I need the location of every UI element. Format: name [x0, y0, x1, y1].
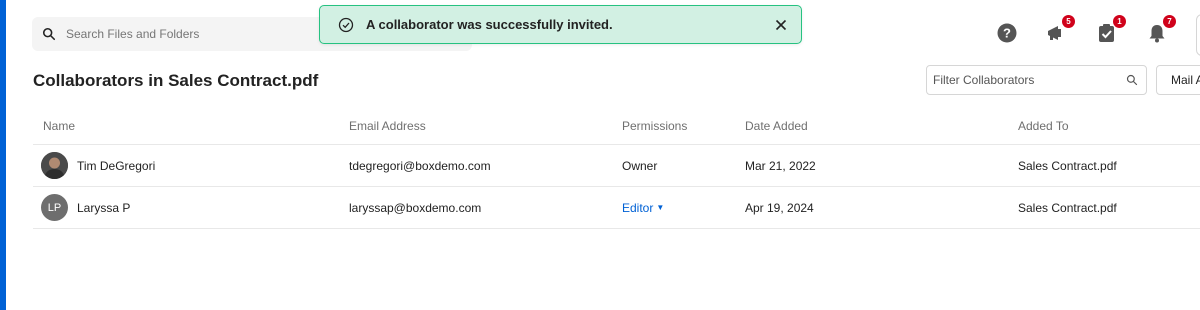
notifications-button[interactable]: 7: [1146, 15, 1176, 44]
permission-cell: Owner: [622, 158, 658, 173]
name-cell: LP Laryssa P: [41, 187, 131, 228]
close-icon[interactable]: [775, 19, 787, 31]
column-header-permissions[interactable]: Permissions: [622, 107, 687, 144]
filter-collaborators-input[interactable]: [933, 73, 1126, 87]
date-added-cell: Apr 19, 2024: [745, 200, 814, 215]
search-icon: [1126, 74, 1138, 86]
avatar: LP: [41, 194, 68, 221]
help-button[interactable]: ?: [996, 22, 1018, 44]
permission-dropdown[interactable]: Editor ▼: [622, 187, 664, 228]
collaborator-name: Laryssa P: [77, 200, 131, 215]
tasks-button[interactable]: 1: [1096, 15, 1126, 44]
svg-text:?: ?: [1003, 26, 1011, 41]
announcements-badge: 5: [1062, 15, 1075, 28]
table-row[interactable]: Tim DeGregori tdegregori@boxdemo.com Own…: [33, 145, 1200, 187]
mail-all-button[interactable]: Mail A: [1156, 65, 1200, 95]
page-title: Collaborators in Sales Contract.pdf: [33, 71, 319, 90]
date-added-cell: Mar 21, 2022: [745, 158, 816, 173]
collaborators-table: Name Email Address Permissions Date Adde…: [33, 107, 1200, 229]
check-circle-icon: [338, 17, 354, 32]
caret-down-icon[interactable]: ▼: [656, 203, 664, 212]
column-header-name[interactable]: Name: [43, 107, 75, 144]
toast-message: A collaborator was successfully invited.: [366, 17, 613, 32]
column-header-added-to[interactable]: Added To: [1018, 107, 1069, 144]
notifications-badge: 7: [1163, 15, 1176, 28]
column-header-date-added[interactable]: Date Added: [745, 107, 808, 144]
table-row[interactable]: LP Laryssa P laryssap@boxdemo.com Editor…: [33, 187, 1200, 229]
tasks-badge: 1: [1113, 15, 1126, 28]
added-to-cell: Sales Contract.pdf: [1018, 158, 1117, 173]
filter-collaborators-box[interactable]: [926, 65, 1147, 95]
added-to-cell: Sales Contract.pdf: [1018, 200, 1117, 215]
help-icon: ?: [997, 23, 1017, 43]
name-cell: Tim DeGregori: [41, 145, 156, 186]
search-icon: [42, 27, 56, 41]
permission-label[interactable]: Editor: [622, 201, 653, 215]
collaborator-name: Tim DeGregori: [77, 158, 156, 173]
column-header-email[interactable]: Email Address: [349, 107, 426, 144]
announcements-button[interactable]: 5: [1045, 15, 1075, 44]
user-photo-icon: [41, 152, 68, 179]
email-cell: tdegregori@boxdemo.com: [349, 158, 491, 173]
email-cell: laryssap@boxdemo.com: [349, 200, 482, 215]
table-header: Name Email Address Permissions Date Adde…: [33, 107, 1200, 145]
left-accent-bar: [0, 0, 6, 310]
success-toast: A collaborator was successfully invited.: [319, 5, 802, 44]
account-menu-edge[interactable]: [1196, 14, 1200, 56]
avatar: [41, 152, 68, 179]
